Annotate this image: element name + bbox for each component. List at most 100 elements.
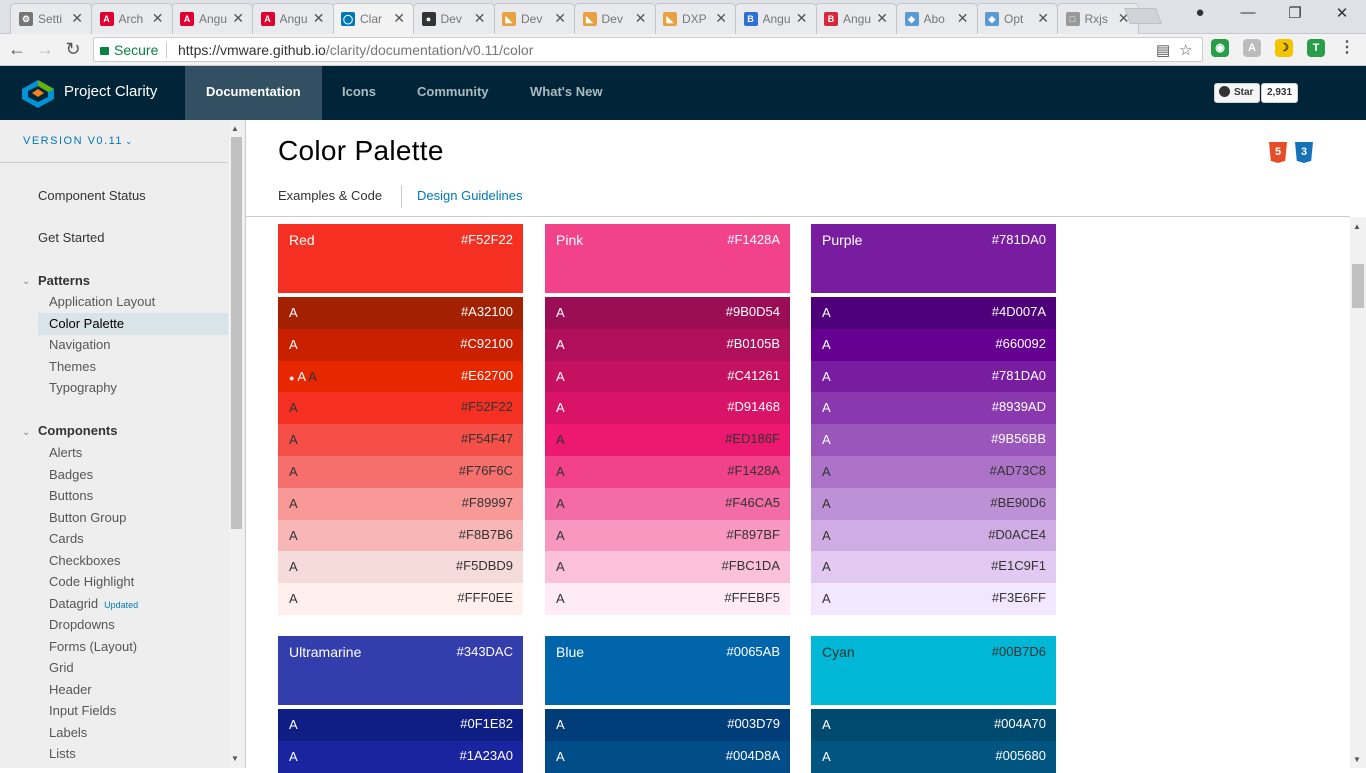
components-caret-icon[interactable]: ⌄ — [22, 427, 30, 438]
back-icon[interactable]: ← — [6, 39, 28, 60]
browser-tab[interactable]: ◆ Abo ✕ — [895, 3, 978, 34]
sidebar-item-dropdowns[interactable]: Dropdowns — [49, 617, 115, 632]
tab-examples-code[interactable]: Examples & Code — [278, 188, 382, 203]
url-input[interactable]: Secure https://vmware.github.io/clarity/… — [93, 37, 1203, 62]
sidebar-item-get-started[interactable]: Get Started — [38, 230, 104, 245]
browser-tab[interactable]: A Angu ✕ — [251, 3, 334, 34]
main-scroll-down-icon[interactable]: ▼ — [1353, 755, 1361, 764]
extension-green-icon[interactable]: ◉ — [1211, 39, 1229, 57]
close-tab-icon[interactable]: ✕ — [393, 10, 405, 27]
restore-icon[interactable]: ❐ — [1275, 4, 1315, 22]
patterns-caret-icon[interactable]: ⌄ — [22, 276, 30, 287]
brand-name[interactable]: Project Clarity — [64, 83, 157, 100]
sidebar-item-badges[interactable]: Badges — [49, 467, 93, 482]
forward-icon[interactable]: → — [34, 39, 56, 60]
sidebar-item-navigation[interactable]: Navigation — [49, 337, 110, 352]
sidebar-group-patterns[interactable]: Patterns — [38, 273, 90, 288]
minimize-icon[interactable]: — — [1228, 4, 1268, 21]
blocked-content-icon[interactable]: ▤ — [1156, 41, 1170, 59]
close-tab-icon[interactable]: ✕ — [796, 10, 808, 27]
sidebar-item-color-palette[interactable]: Color Palette — [38, 312, 228, 335]
close-tab-icon[interactable]: ✕ — [554, 10, 566, 27]
browser-tab[interactable]: ◣ Dev ✕ — [493, 3, 575, 34]
sidebar-item-forms-layout-[interactable]: Forms (Layout) — [49, 639, 137, 654]
browser-tab[interactable]: ◣ DXP ✕ — [654, 3, 736, 34]
sidebar-item-input-fields[interactable]: Input Fields — [49, 703, 116, 718]
browser-tab[interactable]: A Arch ✕ — [90, 3, 173, 34]
sidebar-scroll-down-icon[interactable]: ▼ — [231, 754, 239, 763]
github-star-button[interactable]: Star — [1214, 83, 1261, 103]
github-star-count[interactable]: 2,931 — [1261, 83, 1299, 103]
main-scroll-thumb[interactable] — [1352, 264, 1364, 308]
close-tab-icon[interactable]: ✕ — [71, 10, 83, 27]
shade-hex: #F52F22 — [460, 399, 513, 415]
shade-hex: #D91468 — [727, 399, 780, 415]
clarity-logo-icon[interactable] — [22, 80, 54, 108]
close-tab-icon[interactable]: ✕ — [715, 10, 727, 27]
browser-tab-label: Angu — [199, 12, 228, 26]
browser-tab[interactable]: ⚙ Setti ✕ — [10, 3, 92, 34]
contrast-sample: A — [822, 527, 831, 543]
sidebar-item-labels[interactable]: Labels — [49, 725, 87, 740]
contrast-sample: A — [822, 559, 831, 575]
contrast-sample: A — [556, 559, 565, 575]
main-scroll-up-icon[interactable]: ▲ — [1353, 222, 1361, 231]
secure-indicator[interactable]: Secure — [100, 42, 158, 58]
folder-icon: ◣ — [582, 12, 597, 26]
sidebar-item-application-layout[interactable]: Application Layout — [49, 294, 155, 309]
close-tab-icon[interactable]: ✕ — [232, 10, 244, 27]
shade-hex: #4D007A — [991, 304, 1046, 319]
browser-tab[interactable]: A Angu ✕ — [171, 3, 253, 34]
close-tab-icon[interactable]: ✕ — [1037, 10, 1049, 27]
sidebar-item-button-group[interactable]: Button Group — [49, 510, 126, 525]
sidebar-item-alerts[interactable]: Alerts — [49, 445, 82, 460]
nav-community[interactable]: Community — [396, 66, 510, 120]
close-tab-icon[interactable]: ✕ — [313, 10, 325, 27]
sidebar-item-grid[interactable]: Grid — [49, 660, 74, 675]
browser-tab[interactable]: ◣ Dev ✕ — [573, 3, 656, 34]
nav-documentation[interactable]: Documentation — [185, 66, 322, 120]
close-tab-icon[interactable]: ✕ — [152, 10, 164, 27]
close-window-icon[interactable]: ✕ — [1322, 4, 1362, 22]
nav-whats-new[interactable]: What's New — [509, 66, 623, 120]
contrast-sample: A — [822, 305, 831, 320]
browser-tab[interactable]: ◯ Clar ✕ — [332, 3, 414, 35]
color-shade-row: A #9B0D54 — [545, 297, 790, 329]
sidebar-item-checkboxes[interactable]: Checkboxes — [49, 553, 121, 568]
reload-icon[interactable]: ↻ — [62, 39, 84, 60]
menu-kebab-icon[interactable]: ⋮ — [1338, 39, 1356, 57]
sidebar-item-buttons[interactable]: Buttons — [49, 488, 93, 503]
sidebar-item-lists[interactable]: Lists — [49, 746, 76, 761]
browser-tab-label: Dev — [440, 12, 462, 26]
new-tab-button[interactable] — [1124, 8, 1162, 24]
close-tab-icon[interactable]: ✕ — [474, 10, 486, 27]
sidebar-item-typography[interactable]: Typography — [49, 380, 117, 395]
browser-tab[interactable]: B Angu ✕ — [734, 3, 817, 34]
sidebar-item-datagrid[interactable]: Datagrid Updated — [49, 596, 138, 611]
sidebar-group-components[interactable]: Components — [38, 423, 117, 438]
sidebar-item-component-status[interactable]: Component Status — [38, 188, 146, 203]
close-tab-icon[interactable]: ✕ — [876, 10, 888, 27]
sidebar-scroll-thumb[interactable] — [231, 137, 242, 529]
sidebar-item-header[interactable]: Header — [49, 682, 92, 697]
extension-moon-icon[interactable]: ☽ — [1275, 39, 1293, 57]
close-tab-icon[interactable]: ✕ — [635, 10, 647, 27]
sidebar-scroll-up-icon[interactable]: ▲ — [231, 124, 239, 133]
profile-icon[interactable]: ● — [1180, 4, 1220, 21]
extension-angular-icon[interactable]: A — [1243, 39, 1261, 57]
extension-t-icon[interactable]: T — [1307, 39, 1325, 57]
browser-tab[interactable]: ● Dev ✕ — [412, 3, 495, 34]
sidebar-item-code-highlight[interactable]: Code Highlight — [49, 574, 134, 589]
close-tab-icon[interactable]: ✕ — [957, 10, 969, 27]
bookmark-star-icon[interactable]: ☆ — [1179, 41, 1192, 59]
version-dropdown[interactable]: VERSION V0.11 ⌄ — [23, 135, 134, 147]
sidebar-divider — [0, 162, 228, 163]
browser-tab[interactable]: B Angu ✕ — [815, 3, 897, 34]
sidebar-item-themes[interactable]: Themes — [49, 359, 96, 374]
color-shade-row: A #F5DBD9 — [278, 551, 523, 584]
browser-tab[interactable]: ◆ Opt ✕ — [976, 3, 1058, 34]
sidebar-item-cards[interactable]: Cards — [49, 531, 84, 546]
tab-design-guidelines[interactable]: Design Guidelines — [417, 188, 523, 203]
nav-icons[interactable]: Icons — [321, 66, 397, 120]
url-host: https://vmware.github.io — [178, 42, 326, 58]
